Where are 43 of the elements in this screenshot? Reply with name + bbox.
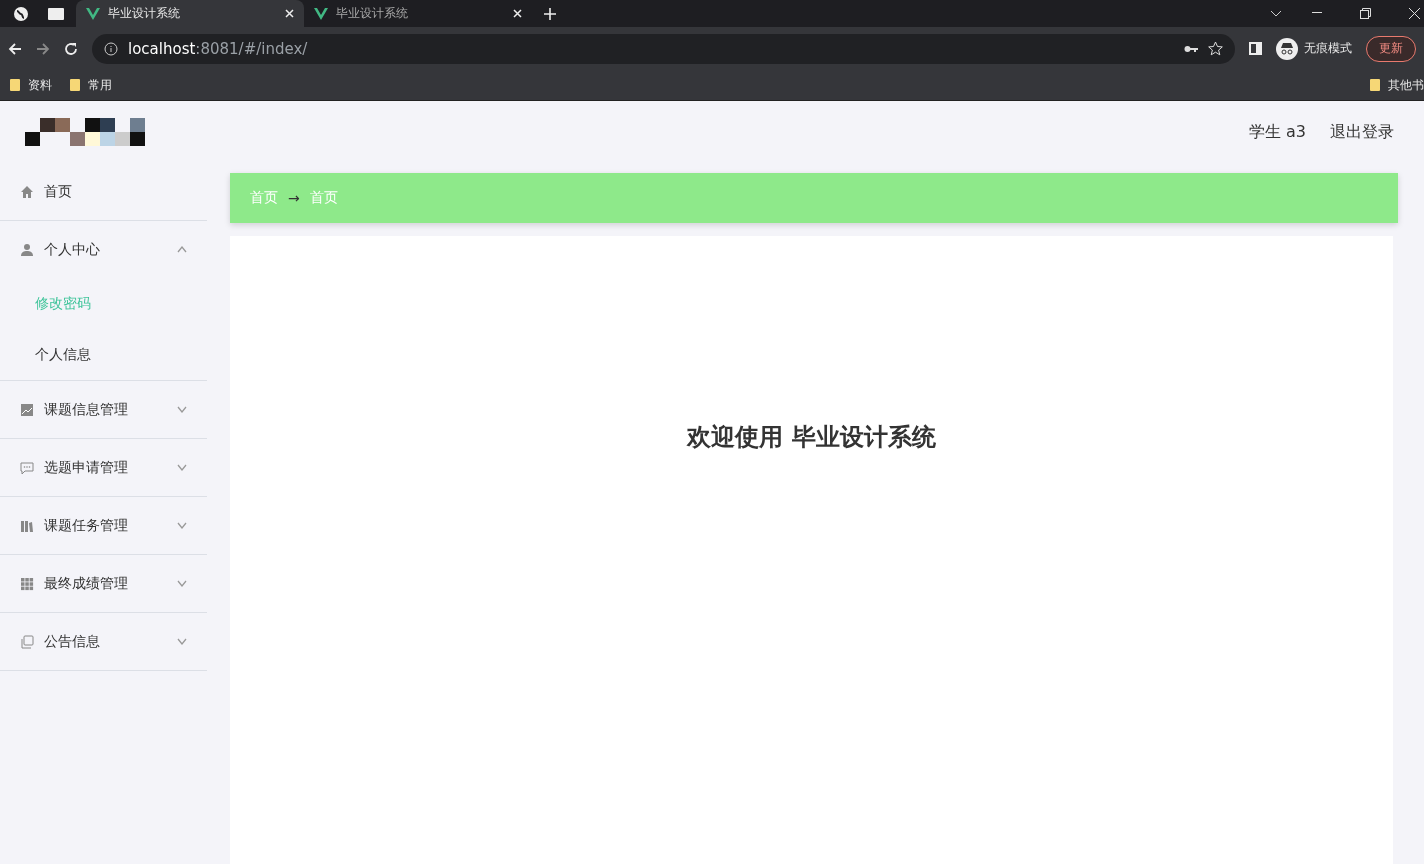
minimize-icon[interactable]: [1312, 12, 1322, 14]
browser-tab[interactable]: 毕业设计系统: [76, 0, 304, 27]
chat-icon: [20, 460, 34, 475]
chevron-down-icon[interactable]: [1270, 10, 1282, 17]
close-icon[interactable]: [513, 9, 522, 18]
other-bookmarks[interactable]: 其他书: [1370, 76, 1424, 94]
incognito-label: 无痕模式: [1304, 40, 1352, 57]
info-icon[interactable]: [104, 41, 118, 56]
bookmark[interactable]: 资料: [10, 76, 52, 94]
breadcrumb-separator: →: [288, 190, 300, 206]
menu-item[interactable]: 选题申请管理: [0, 439, 207, 497]
vue-logo-icon: [86, 7, 100, 20]
address-bar[interactable]: localhost:8081/#/index/: [92, 33, 1235, 64]
close-icon[interactable]: [1409, 8, 1420, 19]
incognito-icon[interactable]: [1276, 37, 1298, 60]
close-icon[interactable]: [285, 9, 294, 18]
user-name: 学生 a3: [1248, 121, 1306, 143]
side-panel-icon[interactable]: [1249, 42, 1262, 55]
menu-item[interactable]: 公告信息: [0, 613, 207, 671]
welcome-title: 欢迎使用 毕业设计系统: [687, 422, 936, 453]
key-icon[interactable]: [1184, 44, 1198, 53]
restore-icon[interactable]: [1360, 8, 1371, 19]
forward-icon[interactable]: [36, 41, 50, 56]
chart-icon: [20, 402, 34, 417]
update-button[interactable]: 更新: [1366, 35, 1416, 62]
grid-icon: [20, 576, 34, 591]
reload-icon[interactable]: [64, 41, 78, 56]
user-icon: [20, 242, 34, 257]
home-icon: [20, 184, 34, 199]
menu-item[interactable]: 首页: [0, 163, 207, 221]
vue-logo-icon: [314, 7, 328, 20]
copy-icon: [20, 634, 34, 649]
menu-item[interactable]: 课题任务管理: [0, 497, 207, 555]
menu-item[interactable]: 个人中心: [0, 221, 207, 278]
submenu-item[interactable]: 个人信息: [0, 329, 207, 380]
star-icon[interactable]: [1208, 41, 1223, 56]
menu-item[interactable]: 课题信息管理: [0, 381, 207, 439]
menu-item[interactable]: 最终成绩管理: [0, 555, 207, 613]
back-icon[interactable]: [8, 41, 22, 56]
books-icon: [20, 518, 34, 533]
bookmark[interactable]: 常用: [70, 76, 112, 94]
logout-link[interactable]: 退出登录: [1330, 121, 1394, 143]
browser-tab[interactable]: 毕业设计系统: [304, 0, 532, 27]
